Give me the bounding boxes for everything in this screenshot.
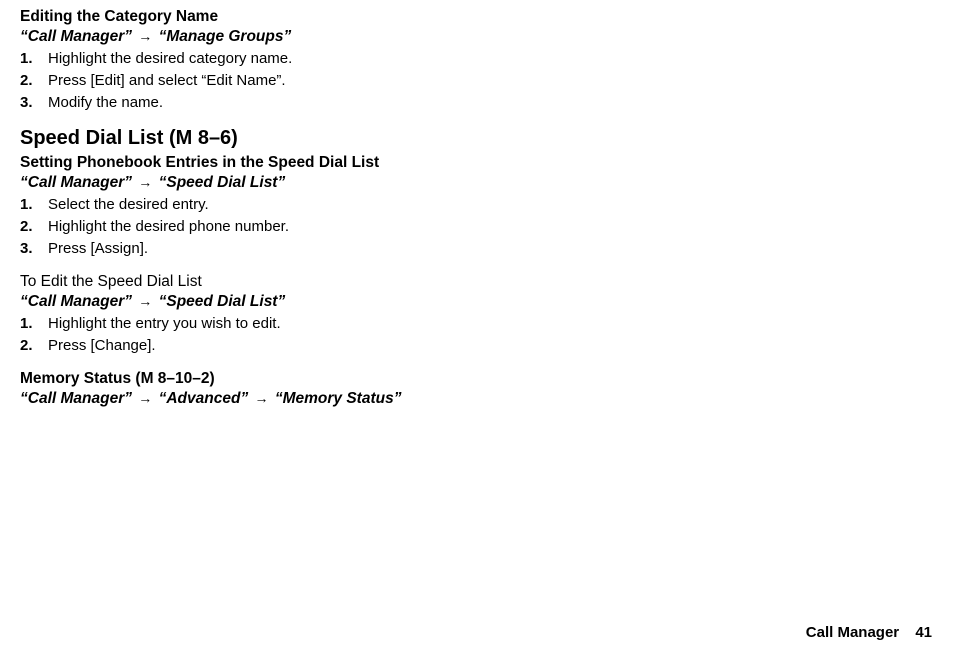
steps-editing-category: 1.Highlight the desired category name. 2… bbox=[20, 48, 940, 113]
step-number: 3. bbox=[20, 238, 48, 259]
list-item: 1.Highlight the desired category name. bbox=[20, 48, 940, 69]
step-number: 2. bbox=[20, 335, 48, 356]
navpath-part: “Manage Groups” bbox=[159, 28, 292, 45]
step-text: Press [Assign]. bbox=[48, 238, 148, 259]
steps-edit-speed-dial: 1.Highlight the entry you wish to edit. … bbox=[20, 313, 940, 356]
subtitle-edit-speed-dial: To Edit the Speed Dial List bbox=[20, 273, 940, 291]
step-text: Press [Change]. bbox=[48, 335, 156, 356]
navpath-part: “Call Manager” bbox=[20, 293, 132, 310]
list-item: 1.Highlight the entry you wish to edit. bbox=[20, 313, 940, 334]
step-number: 2. bbox=[20, 70, 48, 91]
step-text: Press [Edit] and select “Edit Name”. bbox=[48, 70, 286, 91]
footer-label: Call Manager bbox=[806, 624, 899, 641]
step-number: 1. bbox=[20, 194, 48, 215]
navpath-speed-dial-1: “Call Manager” → “Speed Dial List” bbox=[20, 174, 940, 192]
step-text: Select the desired entry. bbox=[48, 194, 209, 215]
step-number: 1. bbox=[20, 48, 48, 69]
steps-setting-phonebook: 1.Select the desired entry. 2.Highlight … bbox=[20, 194, 940, 259]
subtitle-editing-category: Editing the Category Name bbox=[20, 8, 940, 26]
navpath-part: “Memory Status” bbox=[275, 390, 402, 407]
list-item: 1.Select the desired entry. bbox=[20, 194, 940, 215]
step-number: 2. bbox=[20, 216, 48, 237]
arrow-icon: → bbox=[136, 293, 154, 309]
navpath-part: “Speed Dial List” bbox=[159, 174, 286, 191]
navpath-speed-dial-2: “Call Manager” → “Speed Dial List” bbox=[20, 293, 940, 311]
list-item: 3.Press [Assign]. bbox=[20, 238, 940, 259]
step-number: 1. bbox=[20, 313, 48, 334]
navpath-part: “Call Manager” bbox=[20, 28, 132, 45]
list-item: 3.Modify the name. bbox=[20, 92, 940, 113]
heading-code: (M 8–6) bbox=[169, 127, 238, 149]
list-item: 2.Highlight the desired phone number. bbox=[20, 216, 940, 237]
navpath-part: “Speed Dial List” bbox=[159, 293, 286, 310]
list-item: 2.Press [Edit] and select “Edit Name”. bbox=[20, 70, 940, 91]
list-item: 2.Press [Change]. bbox=[20, 335, 940, 356]
navpath-manage-groups: “Call Manager” → “Manage Groups” bbox=[20, 28, 940, 46]
step-number: 3. bbox=[20, 92, 48, 113]
page-footer: Call Manager 41 bbox=[806, 624, 932, 641]
arrow-icon: → bbox=[136, 390, 154, 406]
arrow-icon: → bbox=[136, 28, 154, 44]
navpath-part: “Call Manager” bbox=[20, 390, 132, 407]
step-text: Highlight the entry you wish to edit. bbox=[48, 313, 281, 334]
arrow-icon: → bbox=[136, 174, 154, 190]
navpath-part: “Advanced” bbox=[159, 390, 249, 407]
heading-speed-dial-list: Speed Dial List (M 8–6) bbox=[20, 127, 940, 150]
heading-text: Speed Dial List bbox=[20, 127, 169, 149]
subtitle-memory-status: Memory Status (M 8–10–2) bbox=[20, 370, 940, 388]
step-text: Highlight the desired category name. bbox=[48, 48, 292, 69]
footer-page-number: 41 bbox=[915, 624, 932, 641]
step-text: Modify the name. bbox=[48, 92, 163, 113]
navpath-memory-status: “Call Manager” → “Advanced” → “Memory St… bbox=[20, 390, 940, 408]
arrow-icon: → bbox=[253, 390, 271, 406]
navpath-part: “Call Manager” bbox=[20, 174, 132, 191]
step-text: Highlight the desired phone number. bbox=[48, 216, 289, 237]
subtitle-setting-phonebook: Setting Phonebook Entries in the Speed D… bbox=[20, 154, 940, 172]
